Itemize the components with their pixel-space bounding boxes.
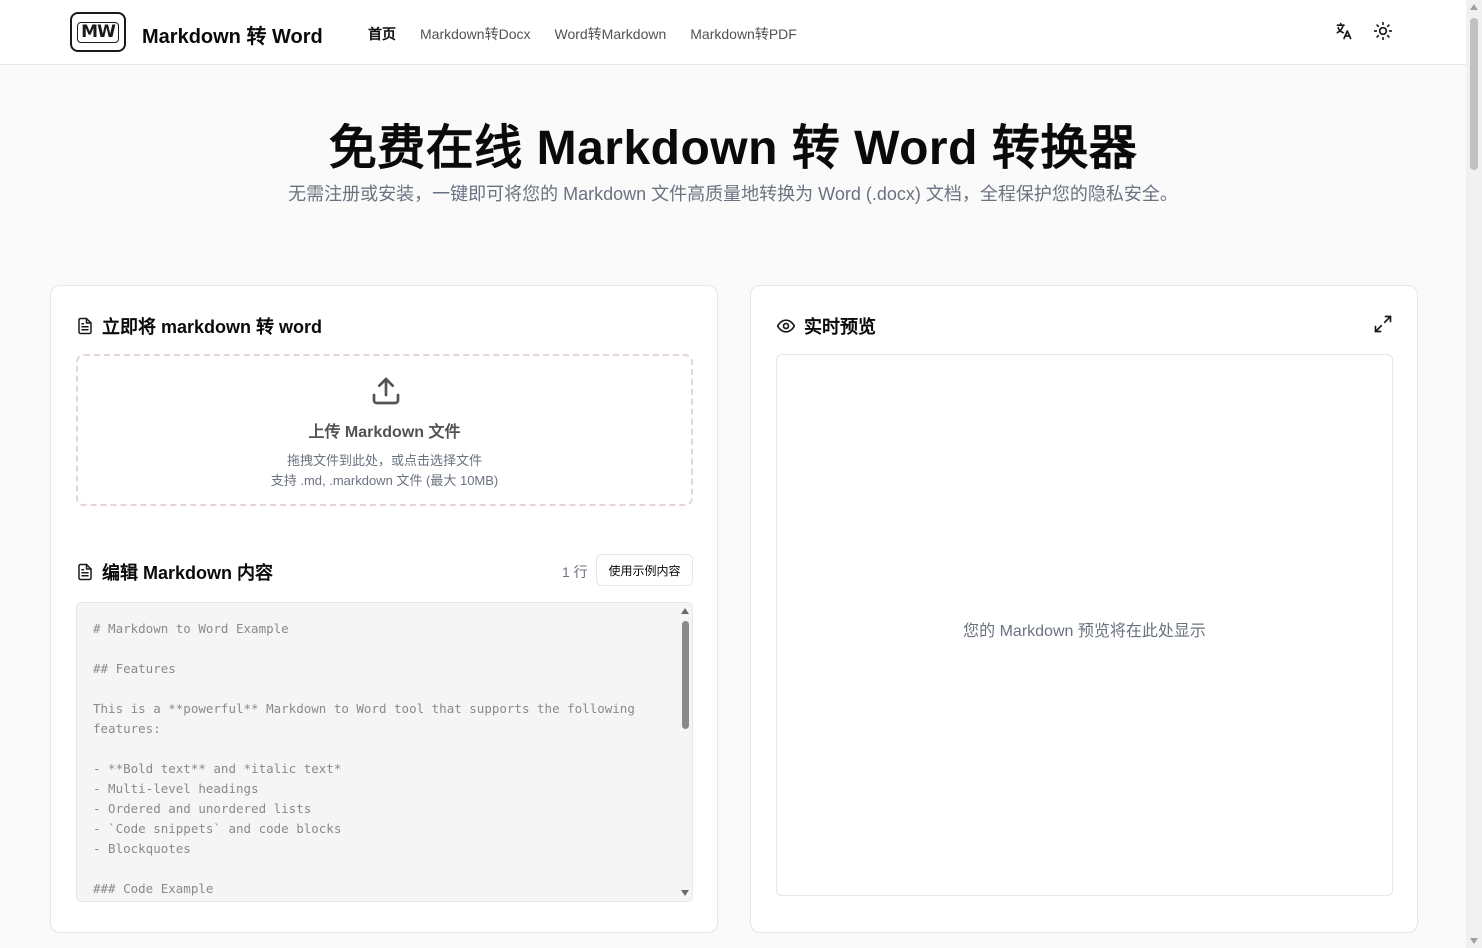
preview-title: 实时预览 bbox=[776, 313, 876, 339]
editor-title-text: 编辑 Markdown 内容 bbox=[102, 563, 274, 583]
upload-hint: 拖拽文件到此处，或点击选择文件 bbox=[286, 453, 482, 468]
upload-title: 上传 Markdown 文件 bbox=[308, 424, 461, 441]
converter-card: 立即将 markdown 转 word 上传 Markdown 文件 拖拽文件到… bbox=[50, 285, 718, 933]
brand-name[interactable]: Markdown 转 Word bbox=[142, 20, 323, 49]
top-navbar: MW Markdown 转 Word 首页 Markdown转Docx Word… bbox=[0, 0, 1466, 65]
logo[interactable]: MW bbox=[70, 12, 126, 52]
scroll-down-arrow-icon[interactable] bbox=[1470, 938, 1478, 944]
preview-card: 实时预览 您的 Markdown 预览将在此处显示 bbox=[750, 285, 1418, 933]
main-nav: 首页 Markdown转Docx Word转Markdown Markdown转… bbox=[368, 24, 797, 44]
sun-icon[interactable] bbox=[1372, 20, 1394, 42]
scroll-up-arrow-icon[interactable] bbox=[681, 608, 689, 614]
scroll-up-arrow-icon[interactable] bbox=[1470, 4, 1478, 10]
nav-word-to-markdown[interactable]: Word转Markdown bbox=[554, 24, 666, 44]
logo-text: MW bbox=[77, 21, 119, 43]
editor-scrollbar-thumb[interactable] bbox=[682, 621, 689, 729]
preview-area: 您的 Markdown 预览将在此处显示 bbox=[776, 354, 1393, 896]
nav-markdown-to-docx[interactable]: Markdown转Docx bbox=[420, 24, 530, 44]
eye-icon bbox=[776, 319, 796, 333]
hero-subtitle: 无需注册或安装，一键即可将您的 Markdown 文件高质量地转换为 Word … bbox=[288, 184, 1178, 204]
scrollbar-thumb[interactable] bbox=[1470, 18, 1478, 170]
editor-title: 编辑 Markdown 内容 bbox=[76, 559, 273, 585]
converter-title-text: 立即将 markdown 转 word bbox=[102, 317, 323, 337]
nav-home[interactable]: 首页 bbox=[368, 24, 396, 44]
line-count: 1 行 bbox=[562, 564, 588, 580]
use-sample-button[interactable]: 使用示例内容 bbox=[596, 554, 693, 586]
expand-icon[interactable] bbox=[1373, 314, 1395, 336]
preview-placeholder: 您的 Markdown 预览将在此处显示 bbox=[963, 623, 1206, 640]
upload-dropzone[interactable]: 上传 Markdown 文件 拖拽文件到此处，或点击选择文件 支持 .md, .… bbox=[76, 354, 693, 506]
editor-scrollbar[interactable] bbox=[678, 603, 692, 901]
upload-icon bbox=[370, 374, 402, 413]
file-text-icon bbox=[78, 317, 92, 335]
file-text-icon bbox=[78, 563, 92, 581]
converter-title: 立即将 markdown 转 word bbox=[76, 313, 322, 339]
nav-markdown-to-pdf[interactable]: Markdown转PDF bbox=[690, 24, 797, 44]
markdown-editor[interactable]: # Markdown to Word Example ## Features T… bbox=[76, 602, 693, 902]
scroll-down-arrow-icon[interactable] bbox=[681, 890, 689, 896]
page-scrollbar[interactable] bbox=[1466, 0, 1482, 948]
editor-placeholder: # Markdown to Word Example ## Features T… bbox=[93, 621, 635, 896]
hero-title: 免费在线 Markdown 转 Word 转换器 bbox=[328, 122, 1138, 175]
preview-title-text: 实时预览 bbox=[804, 317, 876, 337]
translate-icon[interactable] bbox=[1333, 20, 1355, 42]
upload-formats: 支持 .md, .markdown 文件 (最大 10MB) bbox=[270, 473, 499, 488]
